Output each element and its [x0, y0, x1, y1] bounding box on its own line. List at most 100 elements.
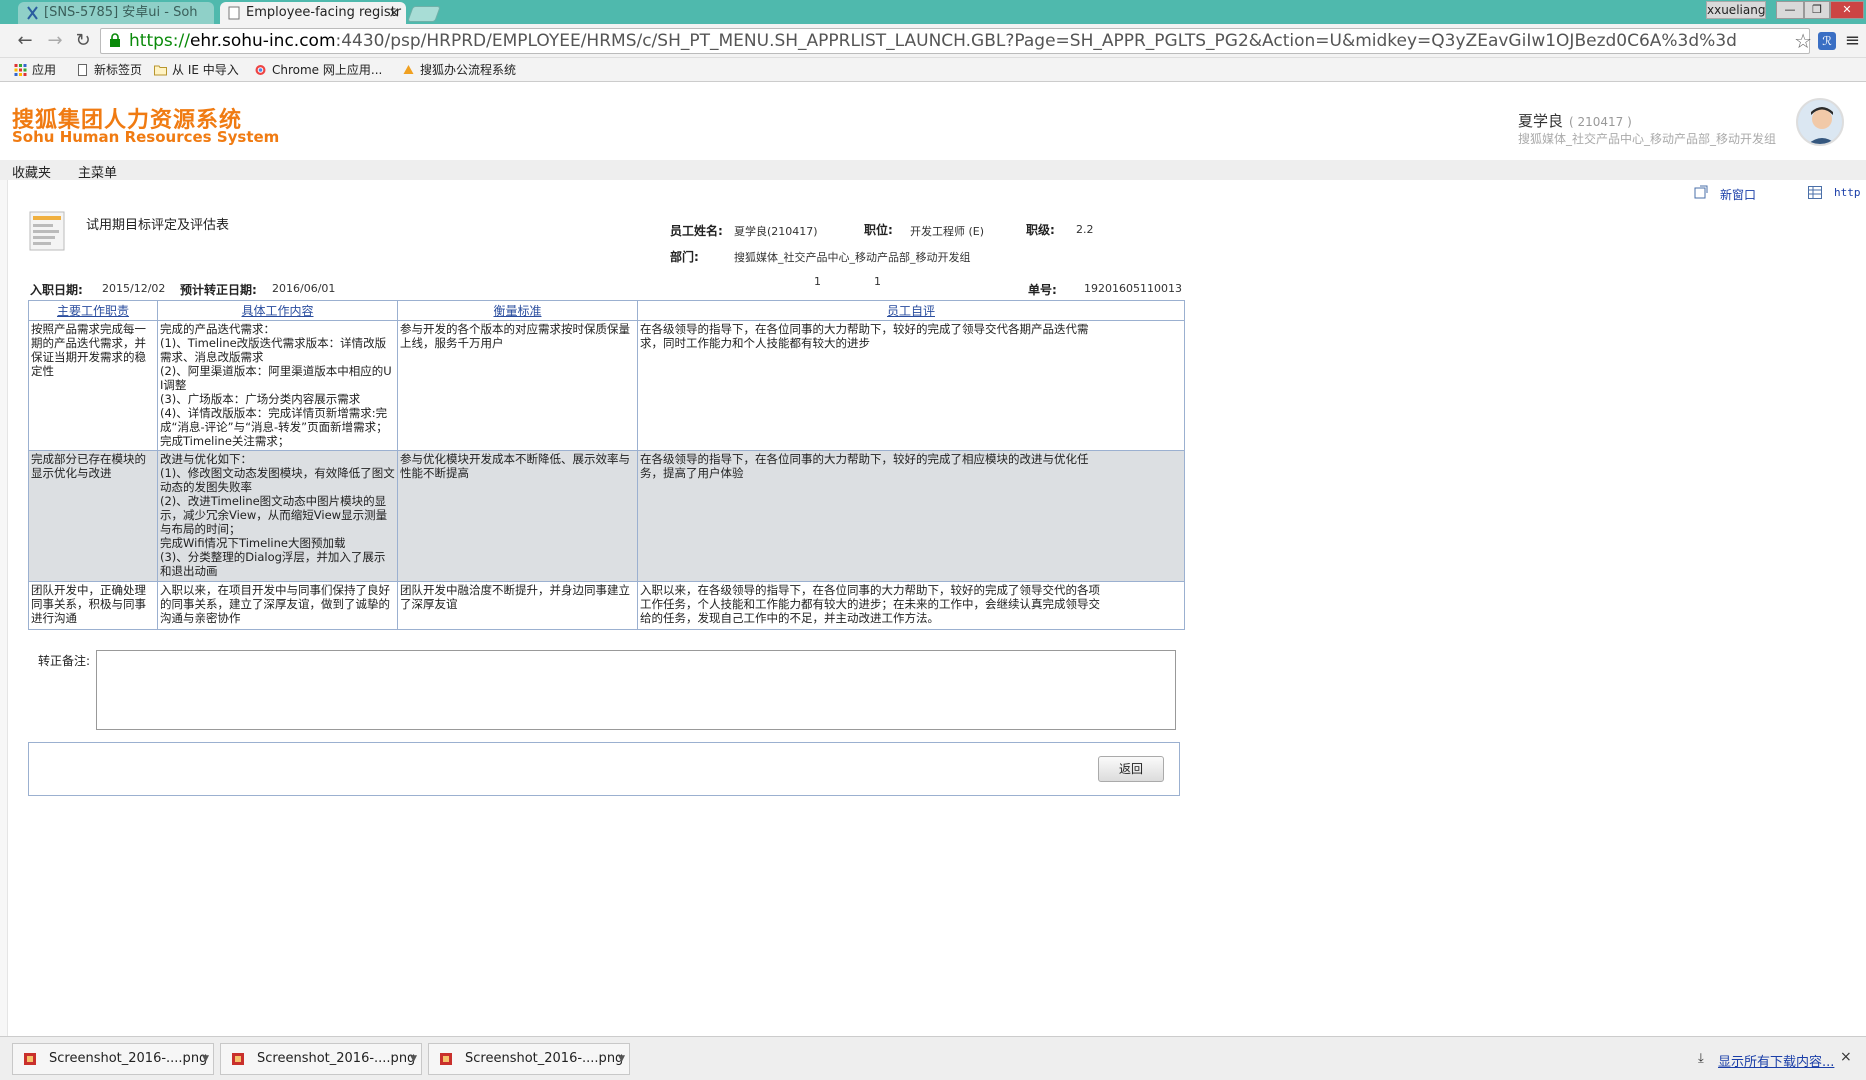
bookmark-star-icon[interactable]: ☆	[1794, 29, 1812, 53]
forward-arrow-icon[interactable]: →	[44, 30, 66, 52]
url-path: :4430/psp/HRPRD/EMPLOYEE/HRMS/c/SH_PT_ME…	[335, 31, 1737, 51]
expected-date-value: 2016/06/01	[272, 282, 336, 295]
tab-label: Employee-facing registr	[246, 5, 402, 20]
nav-main-menu[interactable]: 主菜单	[78, 162, 117, 181]
current-user-name: 夏学良( 210417 )	[1518, 112, 1632, 130]
table-row: 团队开发中，正确处理同事关系，积极与同事进行沟通 入职以来，在项目开发中与同事们…	[28, 580, 1185, 631]
left-edge	[0, 82, 8, 1036]
dept-value: 搜狐媒体_社交产品中心_移动产品部_移动开发组	[734, 251, 971, 264]
tab-label: [SNS-5785] 安卓ui - Soh	[44, 5, 198, 20]
hire-date-label: 入职日期:	[30, 283, 83, 297]
table-cell: 参与开发的各个版本的对应需求按时保质保量上线，服务千万用户	[397, 319, 638, 452]
bookmark-label: 新标签页	[94, 63, 143, 77]
remark-input[interactable]	[96, 650, 1176, 730]
window-close-icon[interactable]: ✕	[1830, 1, 1864, 19]
rss-icon[interactable]: ℛ	[1818, 32, 1836, 50]
address-bar[interactable]: https://ehr.sohu-inc.com:4430/psp/HRPRD/…	[100, 28, 1810, 54]
table-row: 完成部分已存在模块的显示优化与改进 改进与优化如下： (1)、修改图文动态发图模…	[28, 450, 1185, 582]
page-icon	[78, 64, 87, 76]
url-host: ehr.sohu-inc.com	[189, 31, 336, 51]
browser-tab-jira[interactable]: [SNS-5785] 安卓ui - Soh	[18, 2, 214, 24]
table-cell: 团队开发中，正确处理同事关系，积极与同事进行沟通	[28, 580, 158, 631]
download-bar: Screenshot_2016-....png ▼ Screenshot_201…	[0, 1036, 1866, 1080]
table-cell: 完成的产品迭代需求： (1)、Timeline改版迭代需求版本：详情改版需求、消…	[157, 319, 398, 452]
new-window-link[interactable]: 新窗口	[1694, 186, 1756, 203]
tab-close-icon[interactable]: ×	[388, 2, 400, 24]
table-cell: 入职以来，在项目开发中与同事们保持了良好的同事关系，建立了深厚友谊，做到了诚挚的…	[157, 580, 398, 631]
table-cell: 在各级领导的指导下，在各位同事的大力帮助下，较好的完成了相应模块的改进与优化任务…	[637, 450, 1185, 582]
bookmark-newtab[interactable]: 新标签页	[76, 62, 142, 78]
browser-titlebar: [SNS-5785] 安卓ui - Soh Employee-facing re…	[0, 0, 1866, 24]
employee-name-label: 员工姓名:	[670, 224, 723, 238]
nav-favorites[interactable]: 收藏夹	[12, 162, 51, 181]
browser-tab-ehr[interactable]: Employee-facing registr ×	[220, 2, 406, 24]
download-filename: Screenshot_2016-....png	[49, 1051, 208, 1066]
download-bar-close-icon[interactable]: ×	[1840, 1049, 1852, 1065]
bookmark-chrome-store[interactable]: Chrome 网上应用...	[254, 62, 382, 78]
order-no-value: 19201605110013	[1084, 282, 1182, 295]
document-icon	[29, 211, 65, 251]
table-cell: 按照产品需求完成每一期的产品迭代需求，并保证当期开发需求的稳定性	[28, 319, 158, 452]
download-item[interactable]: Screenshot_2016-....png ▼	[428, 1043, 630, 1075]
png-file-icon	[24, 1053, 36, 1065]
back-arrow-icon[interactable]: ←	[14, 30, 36, 52]
avatar[interactable]	[1796, 98, 1844, 146]
evaluation-table: 主要工作职责 具体工作内容 衡量标准 员工自评 按照产品需求完成每一期的产品迭代…	[28, 300, 1185, 631]
position-value: 开发工程师 (E)	[910, 225, 985, 238]
lock-icon	[110, 33, 120, 47]
download-filename: Screenshot_2016-....png	[257, 1051, 416, 1066]
show-all-downloads-link[interactable]: 显示所有下载内容...	[1700, 1051, 1834, 1070]
avatar-photo-icon	[1798, 100, 1842, 144]
table-cell: 在各级领导的指导下，在各位同事的大力帮助下，较好的完成了领导交代各期产品迭代需求…	[637, 319, 1185, 452]
order-no-label: 单号:	[1028, 283, 1057, 297]
browser-menu-icon[interactable]: ≡	[1845, 30, 1860, 51]
minimize-icon[interactable]: —	[1776, 1, 1804, 19]
browser-user-chip[interactable]: xxueliang	[1706, 1, 1766, 19]
position-label: 职位:	[864, 223, 893, 237]
employee-name-value: 夏学良(210417)	[734, 225, 818, 238]
page-title: 试用期目标评定及评估表	[86, 218, 230, 233]
download-item[interactable]: Screenshot_2016-....png ▼	[12, 1043, 214, 1075]
bookmarks-bar: 应用 新标签页 从 IE 中导入 Chrome 网上应用... 搜狐办公流程系统	[0, 58, 1866, 82]
apps-grid-icon	[14, 64, 27, 76]
column-header[interactable]: 主要工作职责	[28, 300, 158, 321]
http-link[interactable]: http	[1808, 186, 1861, 199]
bookmark-label: 搜狐办公流程系统	[420, 63, 517, 77]
table-cell: 参与优化模块开发成本不断降低、展示效率与性能不断提高	[397, 450, 638, 582]
return-button[interactable]: 返回	[1098, 756, 1164, 782]
hire-date-value: 2015/12/02	[102, 282, 166, 295]
download-menu-icon[interactable]: ▼	[410, 1044, 417, 1074]
download-menu-icon[interactable]: ▼	[202, 1044, 209, 1074]
grade-value: 2.2	[1076, 223, 1094, 236]
bookmark-label: 应用	[32, 63, 57, 77]
button-panel	[28, 742, 1180, 796]
app-header: 搜狐集团人力资源系统 Sohu Human Resources System 夏…	[0, 82, 1866, 160]
maximize-icon[interactable]: ❐	[1804, 1, 1830, 19]
jira-favicon-icon	[27, 6, 38, 20]
app-nav: 收藏夹 主菜单	[0, 160, 1866, 181]
url-scheme: https://	[129, 31, 190, 51]
bookmark-apps[interactable]: 应用	[14, 62, 56, 78]
download-menu-icon[interactable]: ▼	[618, 1044, 625, 1074]
table-cell: 团队开发中融洽度不断提升，并身边同事建立了深厚友谊	[397, 580, 638, 631]
bookmark-ie-import[interactable]: 从 IE 中导入	[154, 62, 239, 78]
dept-label: 部门:	[670, 250, 699, 264]
browser-toolbar: ← → ↻ https://ehr.sohu-inc.com:4430/psp/…	[0, 24, 1866, 58]
table-row: 按照产品需求完成每一期的产品迭代需求，并保证当期开发需求的稳定性 完成的产品迭代…	[28, 319, 1185, 452]
grade-label: 职级:	[1026, 223, 1055, 237]
current-user-id: ( 210417 )	[1569, 115, 1632, 129]
folder-icon	[154, 65, 167, 76]
bookmark-sohu-oa[interactable]: 搜狐办公流程系统	[402, 62, 516, 78]
table-cell: 入职以来，在各级领导的指导下，在各位同事的大力帮助下，较好的完成了领导交代的各项…	[637, 580, 1185, 631]
download-item[interactable]: Screenshot_2016-....png ▼	[220, 1043, 422, 1075]
column-header[interactable]: 具体工作内容	[157, 300, 398, 321]
reload-icon[interactable]: ↻	[72, 30, 94, 52]
column-header[interactable]: 员工自评	[637, 300, 1185, 321]
count-b: 1	[874, 275, 881, 288]
remark-label: 转正备注:	[38, 654, 91, 668]
new-tab-button[interactable]	[407, 6, 441, 22]
sohu-icon	[403, 65, 414, 74]
bookmark-label: Chrome 网上应用...	[272, 63, 383, 77]
column-header[interactable]: 衡量标准	[397, 300, 638, 321]
png-file-icon	[232, 1053, 244, 1065]
